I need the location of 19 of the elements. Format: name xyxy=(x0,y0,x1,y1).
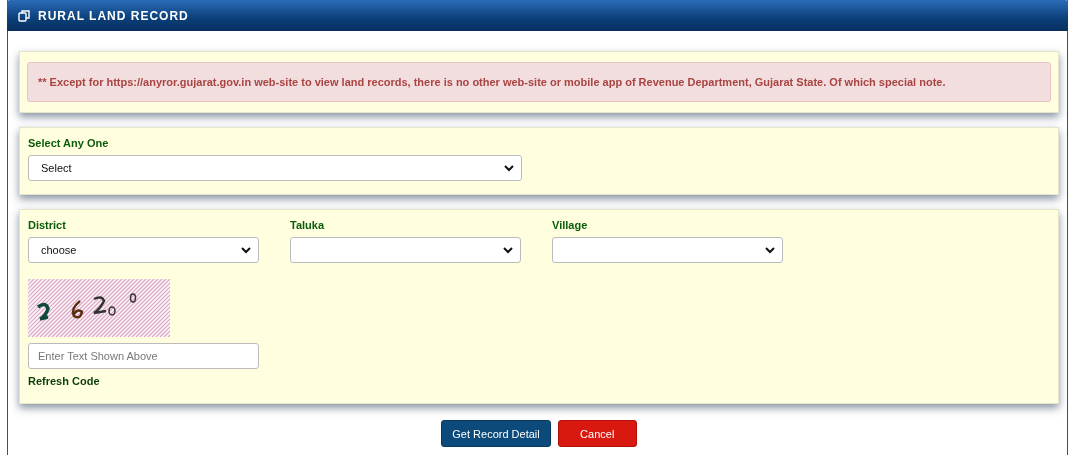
village-dropdown[interactable] xyxy=(552,237,783,263)
panel-title: RURAL LAND RECORD xyxy=(38,8,189,23)
taluka-dropdown[interactable] xyxy=(290,237,521,263)
field-label: Select Any One xyxy=(28,137,110,149)
field-label: Taluka xyxy=(290,219,326,231)
chevron-down-icon xyxy=(765,246,775,254)
chevron-down-icon xyxy=(241,246,251,254)
field-label: District xyxy=(28,219,67,231)
submit-button[interactable]: Get Record Detail xyxy=(441,420,551,447)
field-label: Village xyxy=(552,219,589,231)
select-dropdown[interactable]: Select xyxy=(28,155,522,181)
copy-icon xyxy=(18,9,30,22)
chevron-down-icon xyxy=(503,246,513,254)
captcha-input[interactable]: Enter Text Shown Above xyxy=(28,343,259,369)
notice-text: ** Except for https://anyror.gujarat.gov.in web-site to view land records, there is no other web-site or mobile app of Revenue Department, Gujarat State. Of which special note. xyxy=(27,62,1051,102)
refresh-code-link[interactable]: Refresh Code xyxy=(28,375,100,387)
district-dropdown[interactable]: choose xyxy=(28,237,259,263)
cancel-button[interactable]: Cancel xyxy=(557,420,637,447)
chevron-down-icon xyxy=(504,164,514,172)
